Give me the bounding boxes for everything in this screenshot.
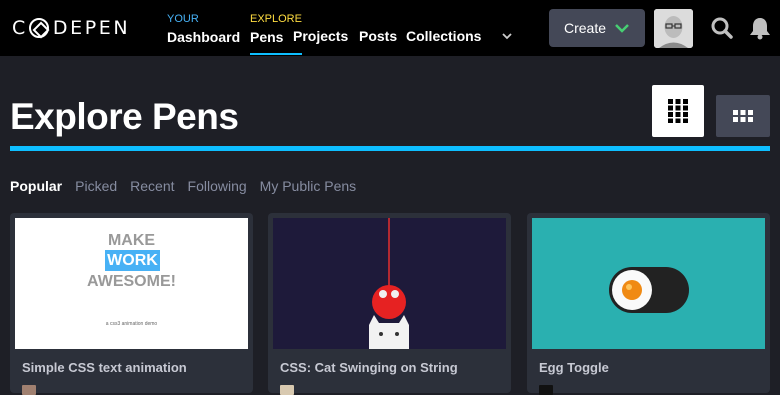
nav-your-dashboard[interactable]: YOUR Dashboard <box>167 12 240 46</box>
large-grid-view-button[interactable] <box>716 95 770 137</box>
nav-posts[interactable]: Posts <box>359 28 397 44</box>
nav-projects[interactable]: Projects <box>293 28 348 44</box>
pen-card[interactable]: CSS: Cat Swinging on String <box>268 213 511 395</box>
title-underline-bar <box>10 146 770 151</box>
search-icon[interactable] <box>710 16 734 40</box>
tab-my-public-pens[interactable]: My Public Pens <box>260 178 356 194</box>
pen-card[interactable]: Egg Toggle <box>527 213 770 395</box>
user-avatar[interactable] <box>654 9 693 48</box>
nav-collections[interactable]: Collections <box>406 28 481 44</box>
cat-illustration <box>369 218 409 349</box>
preview-text: WORK <box>105 250 160 271</box>
pen-title[interactable]: Egg Toggle <box>539 360 609 375</box>
pen-preview[interactable] <box>273 218 506 349</box>
nav-small-label: EXPLORE <box>250 13 302 25</box>
chevron-down-icon <box>615 24 629 33</box>
author-avatar[interactable] <box>280 385 294 395</box>
grid-view-button[interactable] <box>652 85 704 137</box>
tab-popular[interactable]: Popular <box>10 178 62 194</box>
bell-icon[interactable] <box>749 16 771 40</box>
pen-card[interactable]: MAKE WORK AWESOME! a css3 animation demo… <box>10 213 253 395</box>
logo-text: DEPEN <box>52 17 131 39</box>
author-avatar[interactable] <box>22 385 36 395</box>
active-nav-underline <box>250 53 302 55</box>
tab-recent[interactable]: Recent <box>130 178 174 194</box>
chevron-down-icon[interactable] <box>500 30 514 42</box>
nav-small-label: YOUR <box>167 13 199 25</box>
author-avatar[interactable] <box>539 385 553 395</box>
tab-following[interactable]: Following <box>188 178 247 194</box>
pen-title[interactable]: CSS: Cat Swinging on String <box>280 360 458 375</box>
preview-text: AWESOME! <box>87 273 176 290</box>
page-title: Explore Pens <box>10 96 239 137</box>
explore-tabs: Popular Picked Recent Following My Publi… <box>10 178 356 194</box>
pen-preview[interactable] <box>532 218 765 349</box>
pen-preview[interactable]: MAKE WORK AWESOME! a css3 animation demo <box>15 218 248 349</box>
codepen-logo[interactable]: C DEPEN <box>12 17 130 39</box>
codepen-cube-icon <box>28 18 49 38</box>
create-label: Create <box>563 20 607 36</box>
logo-letter: C <box>12 17 28 39</box>
preview-subtext: a css3 animation demo <box>105 321 158 327</box>
large-grid-icon <box>733 110 753 122</box>
grid-icon <box>668 99 688 123</box>
create-button[interactable]: Create <box>549 9 645 47</box>
preview-text: MAKE <box>107 232 156 249</box>
pen-title[interactable]: Simple CSS text animation <box>22 360 187 375</box>
nav-big-label: Dashboard <box>167 29 241 45</box>
tab-picked[interactable]: Picked <box>75 178 117 194</box>
top-nav: C DEPEN YOUR Dashboard EXPLORE Pens Proj… <box>0 0 780 56</box>
egg-toggle-illustration <box>609 267 689 313</box>
